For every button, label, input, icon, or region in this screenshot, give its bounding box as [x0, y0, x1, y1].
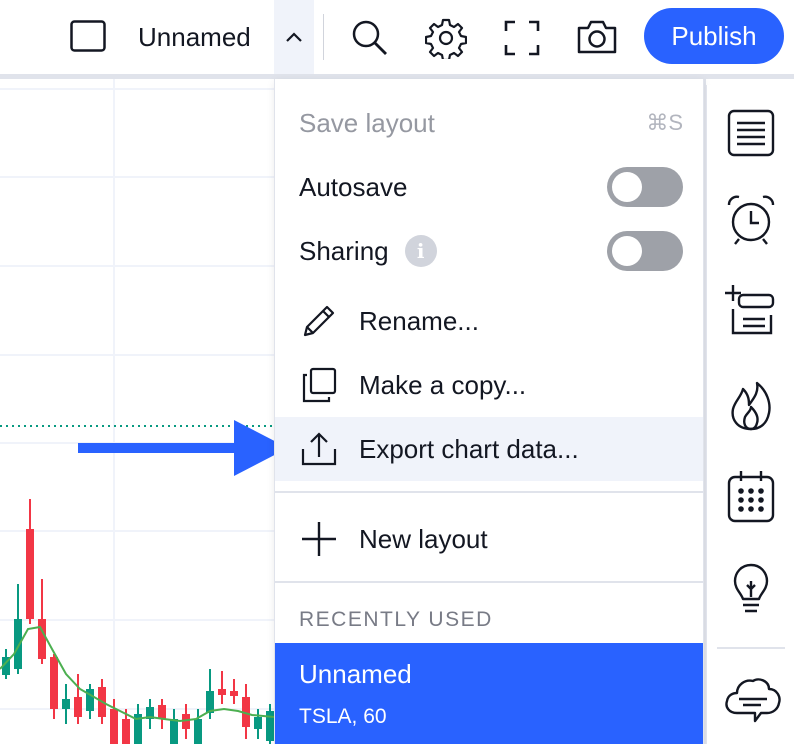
alarm-clock-icon[interactable] — [721, 189, 781, 249]
annotation-arrow-icon — [78, 420, 288, 476]
autosave-toggle[interactable] — [607, 167, 683, 207]
autosave-label: Autosave — [299, 171, 408, 202]
lightbulb-icon[interactable] — [721, 559, 781, 619]
layout-name[interactable]: Unnamed — [138, 18, 251, 56]
save-shortcut: ⌘S — [646, 110, 683, 135]
save-layout-label: Save layout — [299, 107, 435, 138]
pencil-icon — [303, 305, 335, 337]
new-layout-label: New layout — [359, 523, 488, 554]
save-layout-item[interactable]: Save layout ⌘S — [275, 91, 703, 155]
new-layout-item[interactable]: New layout — [275, 507, 703, 571]
sharing-item[interactable]: Sharing i — [275, 219, 703, 283]
make-copy-item[interactable]: Make a copy... — [275, 353, 703, 417]
publish-button[interactable]: Publish — [644, 8, 784, 64]
recent-layout-name: Unnamed — [299, 659, 412, 689]
toggle-knob — [612, 236, 642, 266]
rename-label: Rename... — [359, 305, 479, 336]
add-note-icon[interactable] — [721, 281, 781, 341]
chart-canvas[interactable] — [0, 79, 274, 744]
chat-cloud-icon[interactable] — [721, 669, 781, 729]
layout-select-square-icon[interactable] — [70, 20, 106, 52]
export-chart-data-item[interactable]: Export chart data... — [275, 417, 703, 481]
candlestick-series — [2, 499, 274, 744]
recently-used-header: RECENTLY USED — [299, 608, 493, 631]
sharing-label: Sharing — [299, 235, 389, 266]
top-toolbar: Unnamed Publish — [0, 0, 794, 74]
plus-icon — [302, 522, 336, 556]
autosave-item[interactable]: Autosave — [275, 155, 703, 219]
recent-layout-item[interactable]: Unnamed TSLA, 60 — [275, 643, 703, 744]
copy-icon — [302, 367, 337, 403]
layout-menu: Save layout ⌘S Autosave Sharing i Rename… — [274, 79, 704, 744]
fire-icon[interactable] — [721, 375, 781, 435]
search-icon[interactable] — [348, 16, 390, 58]
right-toolbar — [706, 85, 794, 744]
camera-icon[interactable] — [574, 16, 620, 58]
layout-dropdown-button[interactable] — [274, 0, 314, 74]
toolbar-divider — [717, 647, 785, 649]
sharing-toggle[interactable] — [607, 231, 683, 271]
menu-divider — [275, 581, 703, 583]
menu-divider — [275, 491, 703, 493]
make-copy-label: Make a copy... — [359, 369, 527, 400]
chevron-up-icon — [286, 32, 302, 42]
export-chart-data-label: Export chart data... — [359, 433, 579, 464]
calendar-icon[interactable] — [721, 467, 781, 527]
gear-icon[interactable] — [424, 16, 468, 60]
upload-icon — [301, 432, 337, 466]
toolbar-divider — [323, 14, 324, 60]
info-icon[interactable]: i — [404, 235, 437, 267]
watchlist-icon[interactable] — [721, 103, 781, 163]
fullscreen-icon[interactable] — [502, 18, 542, 58]
recent-layout-symbol: TSLA, 60 — [299, 705, 387, 728]
toggle-knob — [612, 172, 642, 202]
rename-item[interactable]: Rename... — [275, 289, 703, 353]
